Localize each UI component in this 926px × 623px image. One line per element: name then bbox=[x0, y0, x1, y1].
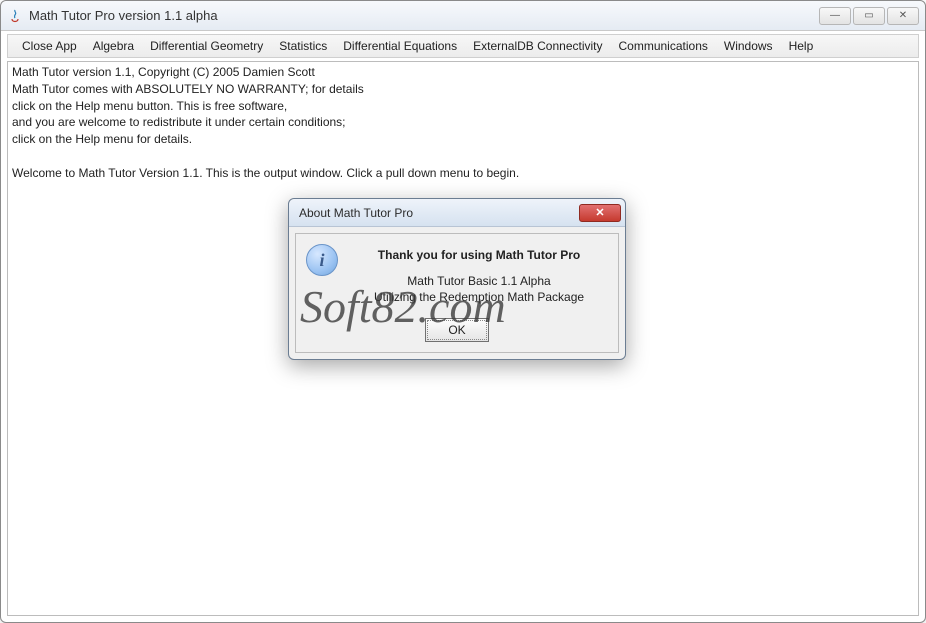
menu-windows[interactable]: Windows bbox=[716, 36, 781, 56]
dialog-text: Thank you for using Math Tutor Pro Math … bbox=[350, 244, 608, 306]
dialog-heading: Thank you for using Math Tutor Pro bbox=[350, 248, 608, 262]
menu-differential-geometry[interactable]: Differential Geometry bbox=[142, 36, 271, 56]
menu-communications[interactable]: Communications bbox=[611, 36, 716, 56]
java-icon bbox=[7, 8, 23, 24]
maximize-button[interactable]: ▭ bbox=[853, 7, 885, 25]
dialog-titlebar: About Math Tutor Pro ✕ bbox=[289, 199, 625, 227]
minimize-button[interactable]: — bbox=[819, 7, 851, 25]
menu-differential-equations[interactable]: Differential Equations bbox=[335, 36, 465, 56]
close-button[interactable]: ✕ bbox=[887, 7, 919, 25]
info-icon: i bbox=[306, 244, 338, 276]
window-title: Math Tutor Pro version 1.1 alpha bbox=[29, 8, 819, 23]
dialog-close-button[interactable]: ✕ bbox=[579, 204, 621, 222]
menu-algebra[interactable]: Algebra bbox=[85, 36, 142, 56]
menubar: Close App Algebra Differential Geometry … bbox=[7, 34, 919, 58]
window-controls: — ▭ ✕ bbox=[819, 7, 919, 25]
menu-help[interactable]: Help bbox=[781, 36, 822, 56]
dialog-content-row: i Thank you for using Math Tutor Pro Mat… bbox=[306, 244, 608, 306]
dialog-body: i Thank you for using Math Tutor Pro Mat… bbox=[295, 233, 619, 353]
about-dialog: About Math Tutor Pro ✕ i Thank you for u… bbox=[288, 198, 626, 360]
dialog-line2: Utilizing the Redemption Math Package bbox=[350, 290, 608, 304]
dialog-line1: Math Tutor Basic 1.1 Alpha bbox=[350, 274, 608, 288]
menu-statistics[interactable]: Statistics bbox=[271, 36, 335, 56]
menu-close-app[interactable]: Close App bbox=[14, 36, 85, 56]
titlebar: Math Tutor Pro version 1.1 alpha — ▭ ✕ bbox=[1, 1, 925, 31]
dialog-title: About Math Tutor Pro bbox=[299, 206, 579, 220]
output-text: Math Tutor version 1.1, Copyright (C) 20… bbox=[12, 64, 914, 182]
ok-button[interactable]: OK bbox=[425, 318, 489, 342]
menu-externaldb[interactable]: ExternalDB Connectivity bbox=[465, 36, 610, 56]
